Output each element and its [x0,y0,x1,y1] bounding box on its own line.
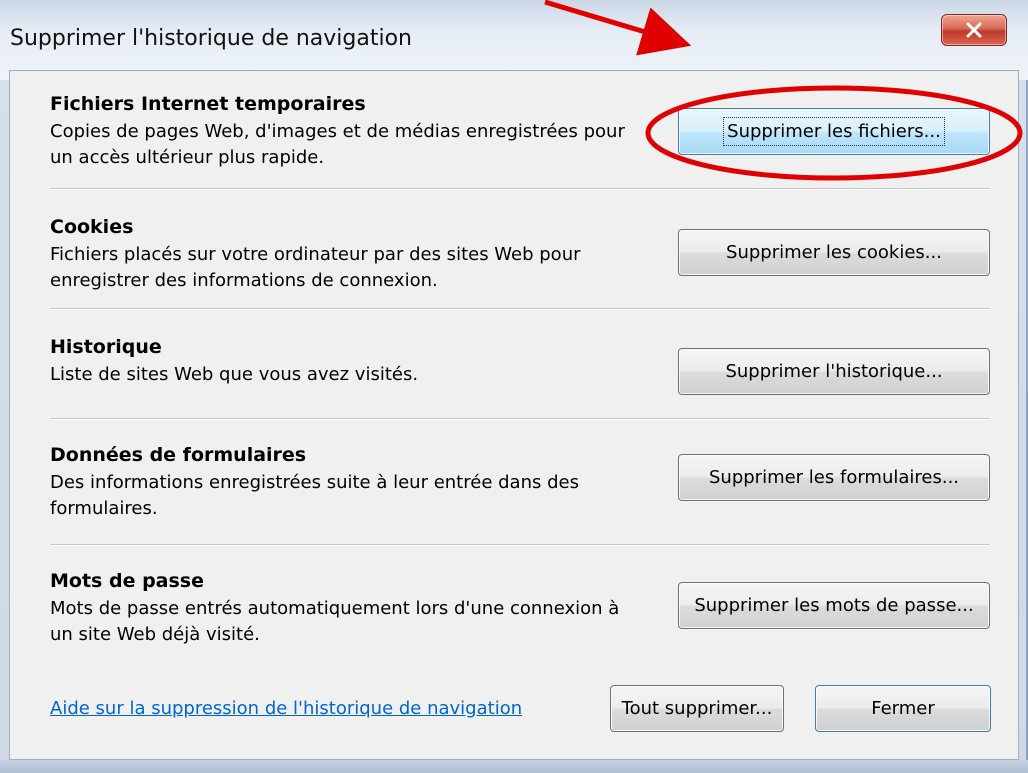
dialog-window: Supprimer l'historique de navigation Fic… [0,0,1028,773]
delete-all-button[interactable]: Tout supprimer... [610,685,784,732]
section-divider [50,418,990,420]
section-title: Mots de passe [50,570,204,592]
delete-passwords-button[interactable]: Supprimer les mots de passe... [678,582,990,629]
section-divider [50,308,990,310]
section-description: Liste de sites Web que vous avez visités… [50,364,419,385]
delete-cookies-button[interactable]: Supprimer les cookies... [678,229,990,276]
section-description: Fichiers placés sur votre ordinateur par… [50,244,581,291]
close-icon [966,22,982,38]
button-label: Supprimer les formulaires... [708,467,960,488]
delete-history-button[interactable]: Supprimer l'historique... [678,348,990,395]
window-bottom-border [0,760,1028,773]
section-description: Des informations enregistrées suite à le… [50,472,579,519]
section-title: Fichiers Internet temporaires [50,93,366,115]
delete-forms-button[interactable]: Supprimer les formulaires... [678,454,990,501]
title-bar[interactable]: Supprimer l'historique de navigation [0,0,1028,80]
button-label: Fermer [871,698,935,719]
button-label: Supprimer les cookies... [726,242,942,263]
button-label: Supprimer les fichiers... [723,117,945,146]
section-divider [50,544,990,546]
section-description: Mots de passe entrés automatiquement lor… [50,598,620,645]
dialog-body: Fichiers Internet temporaires Copies de … [9,70,1019,760]
section-title: Historique [50,336,162,358]
button-label: Supprimer l'historique... [725,361,943,382]
close-button[interactable] [941,14,1007,46]
help-link[interactable]: Aide sur la suppression de l'historique … [50,698,522,719]
section-divider [50,188,990,190]
section-title: Données de formulaires [50,444,307,466]
delete-files-button[interactable]: Supprimer les fichiers... [678,108,990,155]
close-dialog-button[interactable]: Fermer [815,685,991,732]
section-description: Copies de pages Web, d'images et de médi… [50,121,625,168]
dialog-title: Supprimer l'historique de navigation [10,26,412,51]
button-label: Supprimer les mots de passe... [694,595,974,616]
section-title: Cookies [50,216,134,238]
button-label: Tout supprimer... [621,698,773,719]
